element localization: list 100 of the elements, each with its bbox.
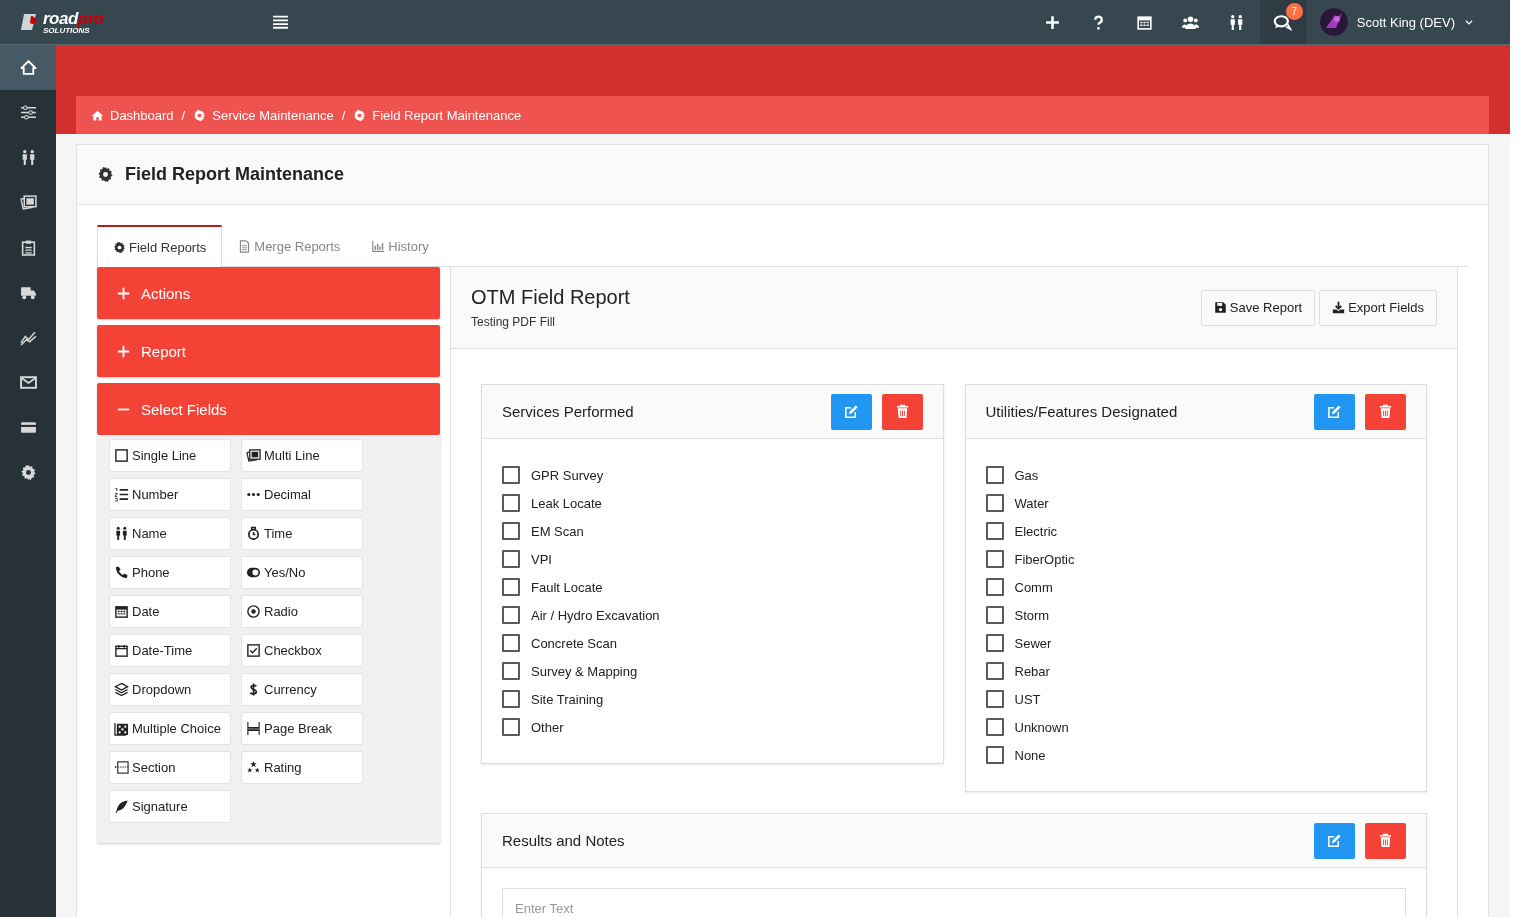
field-type-button[interactable]: Date-Time (109, 634, 231, 667)
plus-icon (1044, 13, 1062, 31)
export-button[interactable]: Export Fields (1319, 289, 1437, 326)
checkbox-label: VPI (531, 551, 552, 567)
avatar (1319, 8, 1348, 36)
delete-button[interactable] (881, 393, 923, 430)
checkbox[interactable] (985, 606, 1004, 624)
checkbox[interactable] (985, 746, 1004, 764)
field-type-button[interactable]: Currency (241, 673, 363, 706)
checkbox-label: UST (1014, 691, 1041, 707)
checkbox[interactable] (985, 466, 1004, 484)
field-type-button[interactable]: Rating (241, 751, 363, 784)
trash-icon (1378, 833, 1393, 848)
checkbox[interactable] (502, 690, 520, 708)
accordion-header[interactable]: Select Fields (97, 383, 440, 435)
phone-icon (114, 565, 129, 580)
mail-icon (19, 374, 37, 391)
report-title: OTM Field Report (471, 286, 631, 309)
bar-chart-icon (372, 240, 386, 253)
checkbox[interactable] (985, 662, 1004, 680)
field-type-button[interactable]: Time (241, 517, 363, 550)
checkbox-label: Survey & Mapping (531, 663, 638, 679)
text-area[interactable]: Enter Text (502, 888, 1406, 917)
checkbox[interactable] (502, 634, 520, 652)
menu-button[interactable] (272, 13, 289, 31)
delete-button[interactable] (1365, 393, 1406, 430)
menu-icon (272, 13, 289, 31)
edit-button[interactable] (830, 393, 872, 430)
checkbox-label: Other (531, 719, 564, 735)
download-icon (1332, 301, 1346, 314)
section-title: Results and Notes (502, 832, 626, 849)
calendar-icon (114, 604, 129, 619)
checkbox[interactable] (985, 634, 1004, 652)
file-icon (238, 240, 252, 253)
checkbox[interactable] (502, 522, 520, 540)
stars-icon (246, 760, 261, 775)
field-type-button[interactable]: Yes/No (241, 556, 363, 589)
sidebar-item[interactable] (0, 45, 56, 90)
field-type-button[interactable]: Number (109, 478, 231, 511)
delete-button[interactable] (1365, 822, 1406, 859)
checkbox[interactable] (985, 522, 1004, 540)
section-title: Services Performed (502, 403, 635, 420)
user-menu[interactable]: Scott King (DEV) (1319, 8, 1474, 36)
dice-icon (114, 721, 129, 736)
checkbox-label: Air / Hydro Excavation (531, 607, 660, 623)
field-type-button[interactable]: Signature (109, 790, 231, 823)
calendar-icon (1136, 13, 1154, 31)
save-button[interactable]: Save Report (1200, 289, 1316, 326)
field-type-button[interactable]: Name (109, 517, 231, 550)
people-icon (114, 526, 129, 541)
checkbox-label: Site Training (531, 691, 604, 707)
settings-icon (113, 240, 126, 254)
square-icon (114, 448, 129, 463)
checkbox[interactable] (502, 662, 520, 680)
tab[interactable]: Merge Reports (222, 225, 357, 267)
edit-button[interactable] (1314, 393, 1355, 430)
field-type-button[interactable]: Phone (109, 556, 231, 589)
checkbox[interactable] (985, 578, 1004, 596)
checkbox[interactable] (985, 718, 1004, 736)
report-subtitle: Testing PDF Fill (471, 315, 557, 329)
accordion-header[interactable]: Report (97, 325, 440, 377)
checkbox-label: FiberOptic (1014, 551, 1075, 567)
checkbox[interactable] (502, 606, 520, 624)
field-type-button[interactable]: Multi Line (241, 439, 363, 472)
field-type-button[interactable]: Date (109, 595, 231, 628)
settings-icon (19, 464, 37, 481)
checkbox[interactable] (502, 466, 520, 484)
home-icon (19, 59, 37, 76)
chart-icon (19, 329, 37, 346)
field-type-button[interactable]: Multiple Choice (109, 712, 231, 745)
field-type-button[interactable]: Dropdown (109, 673, 231, 706)
accordion-header[interactable]: Actions (97, 267, 440, 319)
notification-badge: 7 (1285, 3, 1303, 20)
checkbox[interactable] (502, 494, 520, 512)
breadcrumb-separator: / (181, 107, 186, 123)
checkbox[interactable] (985, 690, 1004, 708)
checkbox[interactable] (985, 494, 1004, 512)
checkbox-label: Leak Locate (531, 495, 602, 511)
field-type-button[interactable]: Radio (241, 595, 363, 628)
radio-icon (246, 604, 261, 619)
checkbox-label: GPR Survey (531, 467, 604, 483)
settings-icon (97, 166, 114, 183)
settings-icon (353, 108, 367, 122)
checkbox[interactable] (502, 550, 520, 568)
field-type-button[interactable]: Checkbox (241, 634, 363, 667)
field-type-button[interactable]: Single Line (109, 439, 231, 472)
checkbox-label: Comm (1014, 579, 1053, 595)
sliders-icon (19, 104, 37, 121)
checkbox-label: EM Scan (531, 523, 584, 539)
trash-icon (894, 404, 910, 419)
tab[interactable]: Field Reports (97, 225, 223, 267)
save-icon (1213, 301, 1227, 314)
field-type-button[interactable]: Decimal (241, 478, 363, 511)
field-type-button[interactable]: Section (109, 751, 231, 784)
field-type-button[interactable]: Page Break (241, 712, 363, 745)
tab[interactable]: History (356, 225, 445, 267)
checkbox[interactable] (502, 578, 520, 596)
checkbox[interactable] (502, 718, 520, 736)
edit-button[interactable] (1314, 822, 1355, 859)
checkbox[interactable] (985, 550, 1004, 568)
